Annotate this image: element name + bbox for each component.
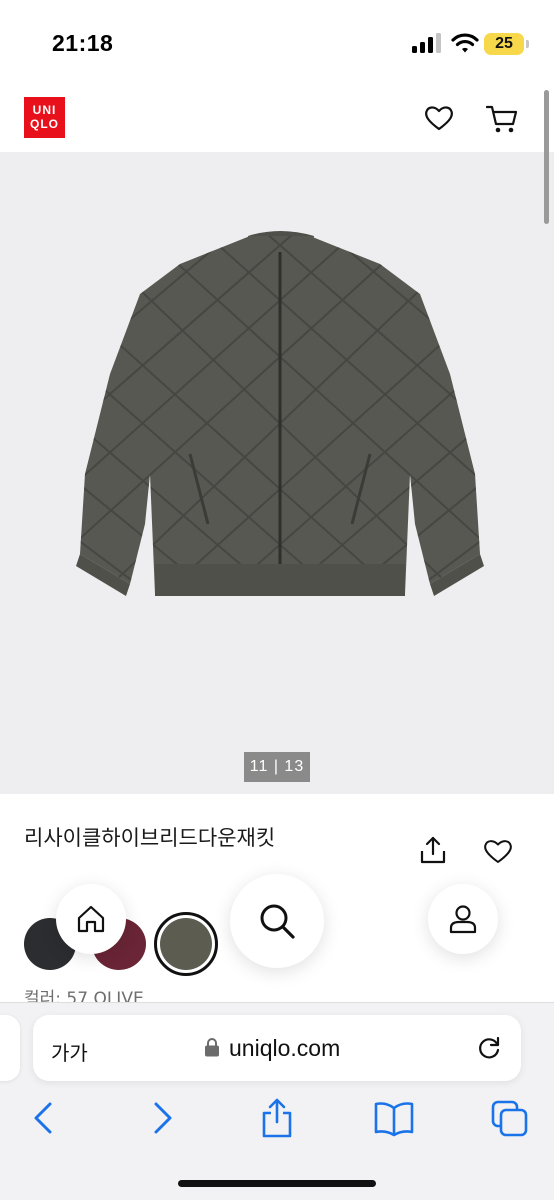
- search-icon: [260, 904, 295, 939]
- wifi-icon: [451, 33, 479, 53]
- account-icon: [449, 905, 477, 934]
- color-swatch-olive[interactable]: [160, 918, 212, 970]
- status-time: 21:18: [52, 30, 114, 56]
- status-bar: 21:18 25: [0, 0, 554, 88]
- heart-icon[interactable]: [424, 104, 454, 132]
- logo-line-1: UNI: [32, 103, 57, 117]
- bookmarks-icon[interactable]: [374, 1098, 414, 1138]
- uniqlo-logo[interactable]: UNI QLO: [24, 97, 65, 138]
- share-icon[interactable]: [260, 1098, 294, 1138]
- image-counter: 11 | 13: [244, 752, 310, 782]
- share-icon[interactable]: [418, 835, 448, 865]
- previous-tab-preview[interactable]: [0, 1015, 20, 1081]
- battery-icon: 25: [484, 33, 529, 55]
- account-button[interactable]: [428, 884, 498, 954]
- back-icon[interactable]: [30, 1098, 56, 1138]
- home-indicator: [178, 1180, 376, 1187]
- search-button[interactable]: [230, 874, 324, 968]
- favorite-heart-icon[interactable]: [483, 838, 513, 864]
- address-bar[interactable]: 가가 uniqlo.com: [33, 1015, 521, 1081]
- product-title: 리사이클하이브리드다운재킷: [24, 826, 276, 850]
- product-image-gallery[interactable]: 11 | 13: [0, 152, 554, 794]
- reload-icon[interactable]: [476, 1035, 502, 1061]
- lock-icon: [205, 1038, 219, 1057]
- cellular-signal-icon: [412, 33, 441, 53]
- home-button[interactable]: [56, 884, 126, 954]
- url-text[interactable]: uniqlo.com: [229, 1035, 340, 1062]
- forward-icon[interactable]: [150, 1098, 176, 1138]
- jacket-image: [76, 231, 484, 596]
- tabs-icon[interactable]: [491, 1098, 529, 1138]
- logo-line-2: QLO: [30, 117, 59, 131]
- site-header: UNI QLO: [0, 88, 554, 152]
- cart-icon[interactable]: [486, 104, 518, 134]
- scrollbar[interactable]: [544, 90, 549, 224]
- home-icon: [77, 905, 105, 933]
- text-size-button[interactable]: 가가: [51, 1037, 88, 1066]
